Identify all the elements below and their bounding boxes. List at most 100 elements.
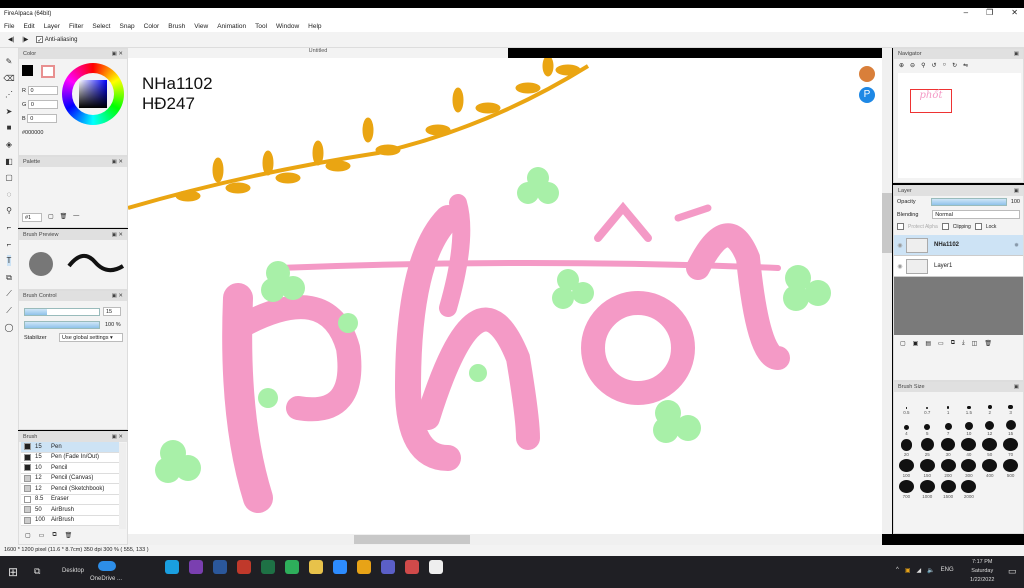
- pen-tool-icon[interactable]: ✎: [6, 56, 13, 67]
- select-pen-icon[interactable]: ⌐: [7, 222, 12, 233]
- saturation-square[interactable]: [79, 80, 107, 108]
- zoom-fit-icon[interactable]: ⚲: [921, 62, 925, 69]
- zoom-icon[interactable]: [333, 560, 347, 574]
- brush-item[interactable]: 12 Pencil (Sketchbook): [21, 484, 119, 495]
- flip-icon[interactable]: ⇋: [963, 62, 968, 69]
- brush-size-option[interactable]: 0.7: [917, 396, 938, 415]
- brush-size-option[interactable]: 700: [896, 480, 917, 499]
- operation-tool-icon[interactable]: ⧉: [6, 272, 12, 283]
- new-brush-icon[interactable]: ▢: [25, 532, 31, 539]
- select-eraser-icon[interactable]: ⌐: [7, 239, 12, 250]
- copy-brush-icon[interactable]: ⧉: [52, 532, 56, 539]
- brush-size-input[interactable]: 15: [103, 307, 121, 316]
- horizontal-scrollbar[interactable]: [128, 534, 882, 545]
- protect-alpha-checkbox[interactable]: [897, 223, 904, 230]
- vertical-scrollbar[interactable]: [882, 48, 892, 534]
- brush-item[interactable]: 10 Pencil: [21, 463, 119, 474]
- onedrive-icon[interactable]: [98, 561, 116, 571]
- r-input[interactable]: 0: [27, 86, 58, 95]
- brush-size-option[interactable]: 1.5: [959, 396, 980, 415]
- move-tool-icon[interactable]: ➤: [6, 106, 13, 117]
- menu-help[interactable]: Help: [308, 23, 321, 30]
- blending-select[interactable]: Normal: [932, 210, 1020, 219]
- brush-size-option[interactable]: 300: [959, 459, 980, 478]
- brush-size-option[interactable]: 5: [917, 417, 938, 436]
- wifi-app-icon[interactable]: [237, 560, 251, 574]
- brush-size-option[interactable]: 30: [938, 438, 959, 457]
- brush-item[interactable]: 15 Pen: [21, 442, 119, 453]
- new-layer-icon[interactable]: ▢: [900, 340, 906, 347]
- undo-button[interactable]: ◀|: [8, 36, 14, 43]
- brush-opacity-slider[interactable]: [24, 321, 100, 329]
- task-view-icon[interactable]: ⧉: [34, 566, 40, 577]
- delete-brush-icon[interactable]: 🗑: [65, 532, 73, 539]
- lasso-tool-icon[interactable]: ◌: [7, 189, 12, 200]
- eraser-tool-icon[interactable]: ⌫: [3, 73, 14, 84]
- folder-icon[interactable]: ▭: [39, 532, 45, 539]
- layer-opacity-slider[interactable]: [931, 198, 1007, 206]
- tray-chevron-icon[interactable]: ^: [896, 567, 899, 574]
- brush-size-option[interactable]: 50: [979, 438, 1000, 457]
- visibility-icon[interactable]: ◉: [894, 242, 906, 249]
- brush-size-option[interactable]: 400: [979, 459, 1000, 478]
- menu-filter[interactable]: Filter: [69, 23, 83, 30]
- panel-close-icon[interactable]: ▣ ✕: [112, 434, 123, 440]
- zoom-in-icon[interactable]: ⊕: [899, 62, 904, 69]
- language-indicator[interactable]: ENG: [941, 567, 954, 574]
- new-8bit-layer-icon[interactable]: ▣: [913, 340, 919, 347]
- panel-close-icon[interactable]: ▣ ✕: [112, 293, 123, 299]
- brush-size-option[interactable]: 100: [896, 459, 917, 478]
- zoom-out-icon[interactable]: ⊖: [910, 62, 915, 69]
- brush-item[interactable]: 100 AirBrush: [21, 515, 119, 526]
- rotate-right-icon[interactable]: ↻: [952, 62, 957, 69]
- folder-icon[interactable]: ▭: [938, 340, 944, 347]
- panel-close-icon[interactable]: ▣ ✕: [112, 159, 123, 165]
- brush-item[interactable]: 15 Pen (Fade In/Out): [21, 452, 119, 463]
- eyedropper-icon[interactable]: ⟋: [6, 288, 12, 299]
- brush-size-option[interactable]: 200: [938, 459, 959, 478]
- skype-icon[interactable]: [165, 560, 179, 574]
- close-button[interactable]: ✕: [1011, 8, 1018, 17]
- drawing-canvas[interactable]: NHa1102 HĐ247 P: [128, 58, 882, 534]
- brush-size-option[interactable]: 10: [959, 417, 980, 436]
- visibility-icon[interactable]: ◉: [894, 263, 906, 270]
- delete-palette-icon[interactable]: 🗑: [60, 213, 68, 222]
- app-purple-icon[interactable]: [189, 560, 203, 574]
- menu-snap[interactable]: Snap: [119, 23, 134, 30]
- brush-size-option[interactable]: 20: [896, 438, 917, 457]
- start-button[interactable]: ⊞: [8, 565, 18, 579]
- menu-edit[interactable]: Edit: [23, 23, 34, 30]
- brush-size-option[interactable]: 15: [1000, 417, 1021, 436]
- brush-size-option[interactable]: 70: [1000, 438, 1021, 457]
- teams-icon[interactable]: [381, 560, 395, 574]
- select-tool-icon[interactable]: ▢: [5, 172, 13, 183]
- brush-size-option[interactable]: 1500: [938, 480, 959, 499]
- brush-size-option[interactable]: 7: [938, 417, 959, 436]
- g-input[interactable]: 0: [27, 100, 58, 109]
- magic-wand-icon[interactable]: ⚲: [6, 205, 12, 216]
- brush-size-option[interactable]: 25: [917, 438, 938, 457]
- duplicate-icon[interactable]: ⧉: [951, 340, 955, 347]
- brush-size-option[interactable]: 12: [979, 417, 1000, 436]
- palette-selector[interactable]: #1: [22, 213, 42, 222]
- brush-list-scrollbar[interactable]: [119, 443, 126, 529]
- brush-size-option[interactable]: 4: [896, 417, 917, 436]
- bucket-tool-icon[interactable]: ◈: [6, 139, 12, 150]
- clock[interactable]: 7:17 PM Saturday 1/22/2022: [970, 558, 994, 585]
- maximize-button[interactable]: ❐: [986, 8, 993, 17]
- menu-view[interactable]: View: [194, 23, 208, 30]
- menu-file[interactable]: File: [4, 23, 14, 30]
- clear-icon[interactable]: ◫: [972, 340, 978, 347]
- network-icon[interactable]: ◢: [917, 567, 922, 574]
- menu-select[interactable]: Select: [92, 23, 110, 30]
- lock-checkbox[interactable]: [974, 223, 982, 230]
- volume-icon[interactable]: 🔈: [927, 567, 934, 574]
- fill-tool-icon[interactable]: ■: [7, 122, 12, 133]
- rotate-left-icon[interactable]: ↺: [931, 62, 936, 69]
- menu-window[interactable]: Window: [276, 23, 299, 30]
- menu-layer[interactable]: Layer: [44, 23, 60, 30]
- layer-row[interactable]: ◉ Layer1: [894, 256, 1023, 277]
- delete-layer-icon[interactable]: 🗑: [984, 340, 992, 347]
- clipping-checkbox[interactable]: [941, 223, 949, 230]
- brush-size-option[interactable]: 2: [979, 396, 1000, 415]
